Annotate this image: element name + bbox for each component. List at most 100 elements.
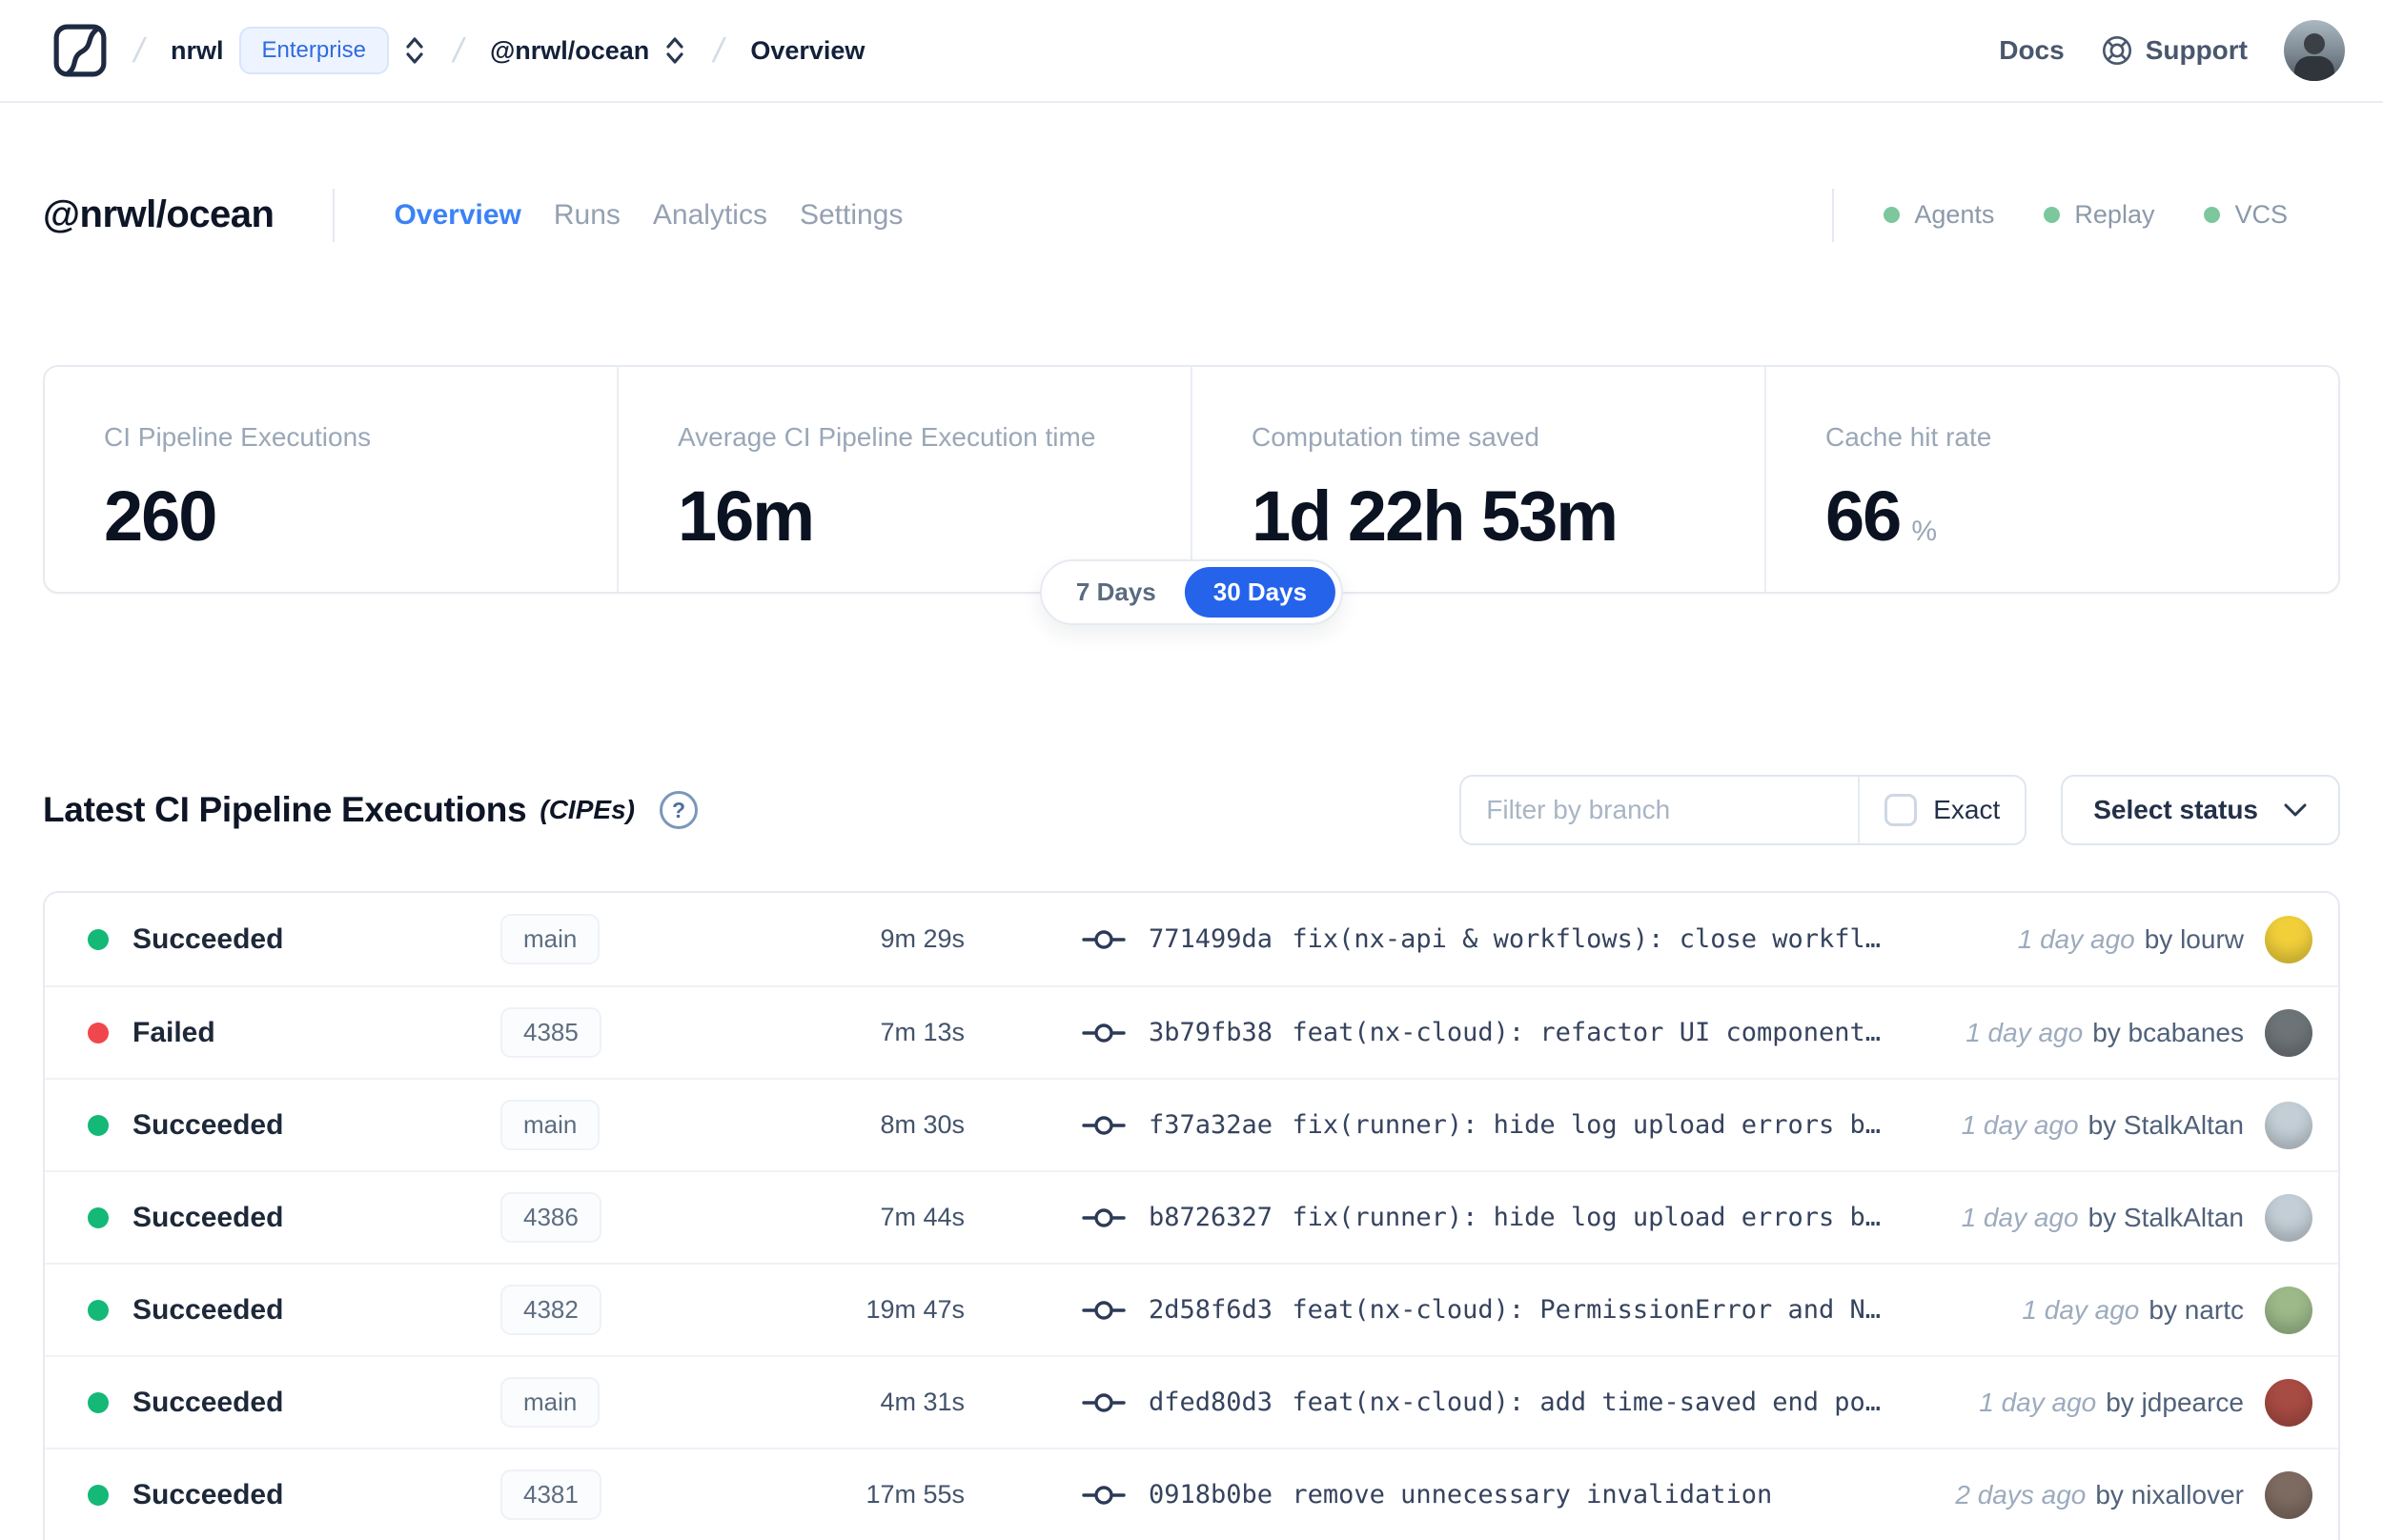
help-icon[interactable]: ?	[659, 791, 698, 829]
commit-cell: f37a32ae fix(runner): hide log upload er…	[965, 1110, 1962, 1140]
author: by jdpearce	[2106, 1387, 2244, 1417]
relative-time: 1 day ago	[1961, 1202, 2079, 1232]
exact-label: Exact	[1933, 795, 2001, 824]
stat-label: Average CI Pipeline Execution time	[678, 422, 1096, 452]
git-commit-icon	[1082, 1113, 1128, 1138]
commit-text: 2d58f6d3 feat(nx-cloud): PermissionError…	[1149, 1295, 1881, 1325]
range-30-days[interactable]: 30 Days	[1184, 567, 1336, 618]
workspace-bar: @nrwl/ocean Overview Runs Analytics Sett…	[43, 174, 2340, 255]
cipe-row[interactable]: Succeeded 4381 17m 55s 0918b0be remove u…	[45, 1448, 2338, 1540]
tab-runs[interactable]: Runs	[554, 199, 621, 232]
commit-cell: 2d58f6d3 feat(nx-cloud): PermissionError…	[965, 1295, 2022, 1325]
branch-badge: 4385	[500, 1007, 601, 1058]
author-avatar[interactable]	[2265, 1008, 2312, 1057]
branch-filter-input[interactable]	[1461, 777, 1859, 843]
author: by nartc	[2149, 1294, 2244, 1325]
relative-time: 2 days ago	[1955, 1479, 2087, 1510]
duration: 19m 47s	[866, 1295, 965, 1324]
author-avatar[interactable]	[2265, 1378, 2312, 1427]
status-label: Succeeded	[132, 922, 284, 955]
author-avatar[interactable]	[2265, 1470, 2312, 1519]
tab-analytics[interactable]: Analytics	[653, 199, 767, 232]
feature-label: Agents	[1914, 200, 1995, 229]
stat-value: 260	[104, 476, 217, 556]
tab-settings[interactable]: Settings	[800, 199, 903, 232]
range-7-days[interactable]: 7 Days	[1048, 567, 1185, 618]
date-range-toggle: 7 Days 30 Days	[1039, 559, 1344, 625]
commit-text: 3b79fb38 feat(nx-cloud): refactor UI com…	[1149, 1018, 1881, 1047]
stat-value: 16m	[678, 476, 815, 556]
feature-agents: Agents	[1884, 200, 1994, 230]
org-switcher-chevrons-icon[interactable]	[402, 33, 427, 68]
exact-checkbox[interactable]	[1884, 794, 1918, 826]
author-avatar[interactable]	[2265, 915, 2312, 963]
branch-filter-group: Exact	[1459, 775, 2027, 845]
branch-badge: main	[500, 1377, 601, 1428]
life-buoy-icon	[2101, 34, 2133, 67]
status-dot	[88, 928, 109, 950]
status-label: Succeeded	[132, 1478, 284, 1510]
status-label: Succeeded	[132, 1386, 284, 1418]
commit-hash: f37a32ae	[1149, 1110, 1273, 1140]
author-avatar[interactable]	[2265, 1101, 2312, 1149]
cipe-row[interactable]: Succeeded main 9m 29s 771499da fix(nx-ap…	[45, 893, 2338, 985]
breadcrumb: / nrwl Enterprise / @nrwl/ocean / Overvi…	[52, 23, 865, 78]
status-dot	[88, 1484, 109, 1506]
git-commit-icon	[1082, 1206, 1128, 1230]
feature-vcs: VCS	[2204, 200, 2288, 230]
chevron-down-icon	[2283, 802, 2308, 819]
duration: 9m 29s	[880, 924, 965, 953]
feature-label: VCS	[2234, 200, 2288, 229]
breadcrumb-workspace[interactable]: @nrwl/ocean	[490, 36, 649, 66]
status-cell: Succeeded	[88, 1294, 500, 1327]
stat-label: Computation time saved	[1252, 422, 1539, 452]
branch-badge: 4382	[500, 1285, 601, 1335]
enterprise-badge[interactable]: Enterprise	[238, 27, 389, 74]
commit-cell: 771499da fix(nx-api & workflows): close …	[965, 924, 2018, 954]
cipe-row[interactable]: Succeeded 4382 19m 47s 2d58f6d3 feat(nx-…	[45, 1263, 2338, 1355]
support-label: Support	[2145, 35, 2248, 65]
cipe-row[interactable]: Succeeded 4386 7m 44s b8726327 fix(runne…	[45, 1170, 2338, 1263]
author: by StalkAltan	[2088, 1202, 2244, 1232]
git-commit-icon	[1082, 1483, 1128, 1508]
status-label: Succeeded	[132, 1293, 284, 1326]
git-commit-icon	[1082, 1298, 1128, 1323]
meta-cell: 1 day ago by StalkAltan	[1961, 1193, 2312, 1242]
status-dot	[88, 1114, 109, 1136]
git-commit-icon	[1082, 1021, 1128, 1045]
breadcrumb-org[interactable]: nrwl	[171, 36, 224, 66]
user-avatar[interactable]	[2284, 20, 2345, 81]
status-dot-icon	[1884, 207, 1901, 223]
stat-card-executions: CI Pipeline Executions 260	[45, 367, 617, 592]
author-avatar[interactable]	[2265, 1286, 2312, 1334]
nx-cloud-logo-icon[interactable]	[52, 23, 108, 78]
page-title: @nrwl/ocean	[43, 193, 275, 235]
workspace-switcher-chevrons-icon[interactable]	[662, 33, 687, 68]
cipe-row[interactable]: Succeeded main 8m 30s f37a32ae fix(runne…	[45, 1078, 2338, 1170]
commit-text: b8726327 fix(runner): hide log upload er…	[1149, 1203, 1881, 1232]
commit-message: fix(runner): hide log upload errors b…	[1292, 1203, 1882, 1232]
meta-cell: 1 day ago by StalkAltan	[1962, 1101, 2312, 1149]
status-select-button[interactable]: Select status	[2061, 775, 2340, 845]
commit-hash: 771499da	[1149, 924, 1273, 954]
status-dot	[88, 1391, 109, 1413]
author-avatar[interactable]	[2265, 1193, 2312, 1242]
stat-card-avg-time: Average CI Pipeline Execution time 16m	[617, 367, 1191, 592]
relative-time: 1 day ago	[1979, 1387, 2097, 1417]
status-dot-icon	[2044, 207, 2061, 223]
author: by StalkAltan	[2088, 1109, 2244, 1140]
support-link[interactable]: Support	[2101, 34, 2248, 67]
tab-overview[interactable]: Overview	[394, 199, 520, 232]
duration: 17m 55s	[866, 1480, 965, 1509]
cipe-table: Succeeded main 9m 29s 771499da fix(nx-ap…	[43, 891, 2340, 1540]
commit-text: 0918b0be remove unnecessary invalidation	[1149, 1480, 1772, 1510]
cipe-row[interactable]: Failed 4385 7m 13s 3b79fb38 feat(nx-clou…	[45, 985, 2338, 1078]
commit-hash: dfed80d3	[1149, 1388, 1273, 1417]
breadcrumb-page: Overview	[750, 35, 866, 65]
commit-cell: 0918b0be remove unnecessary invalidation	[965, 1480, 1955, 1510]
commit-message: fix(nx-api & workflows): close workfl…	[1292, 924, 1882, 954]
cipe-row[interactable]: Succeeded main 4m 31s dfed80d3 feat(nx-c…	[45, 1355, 2338, 1448]
docs-link[interactable]: Docs	[1999, 35, 2064, 66]
meta-cell: 1 day ago by jdpearce	[1979, 1378, 2312, 1427]
feature-status-group: Agents Replay VCS	[1832, 188, 2288, 242]
